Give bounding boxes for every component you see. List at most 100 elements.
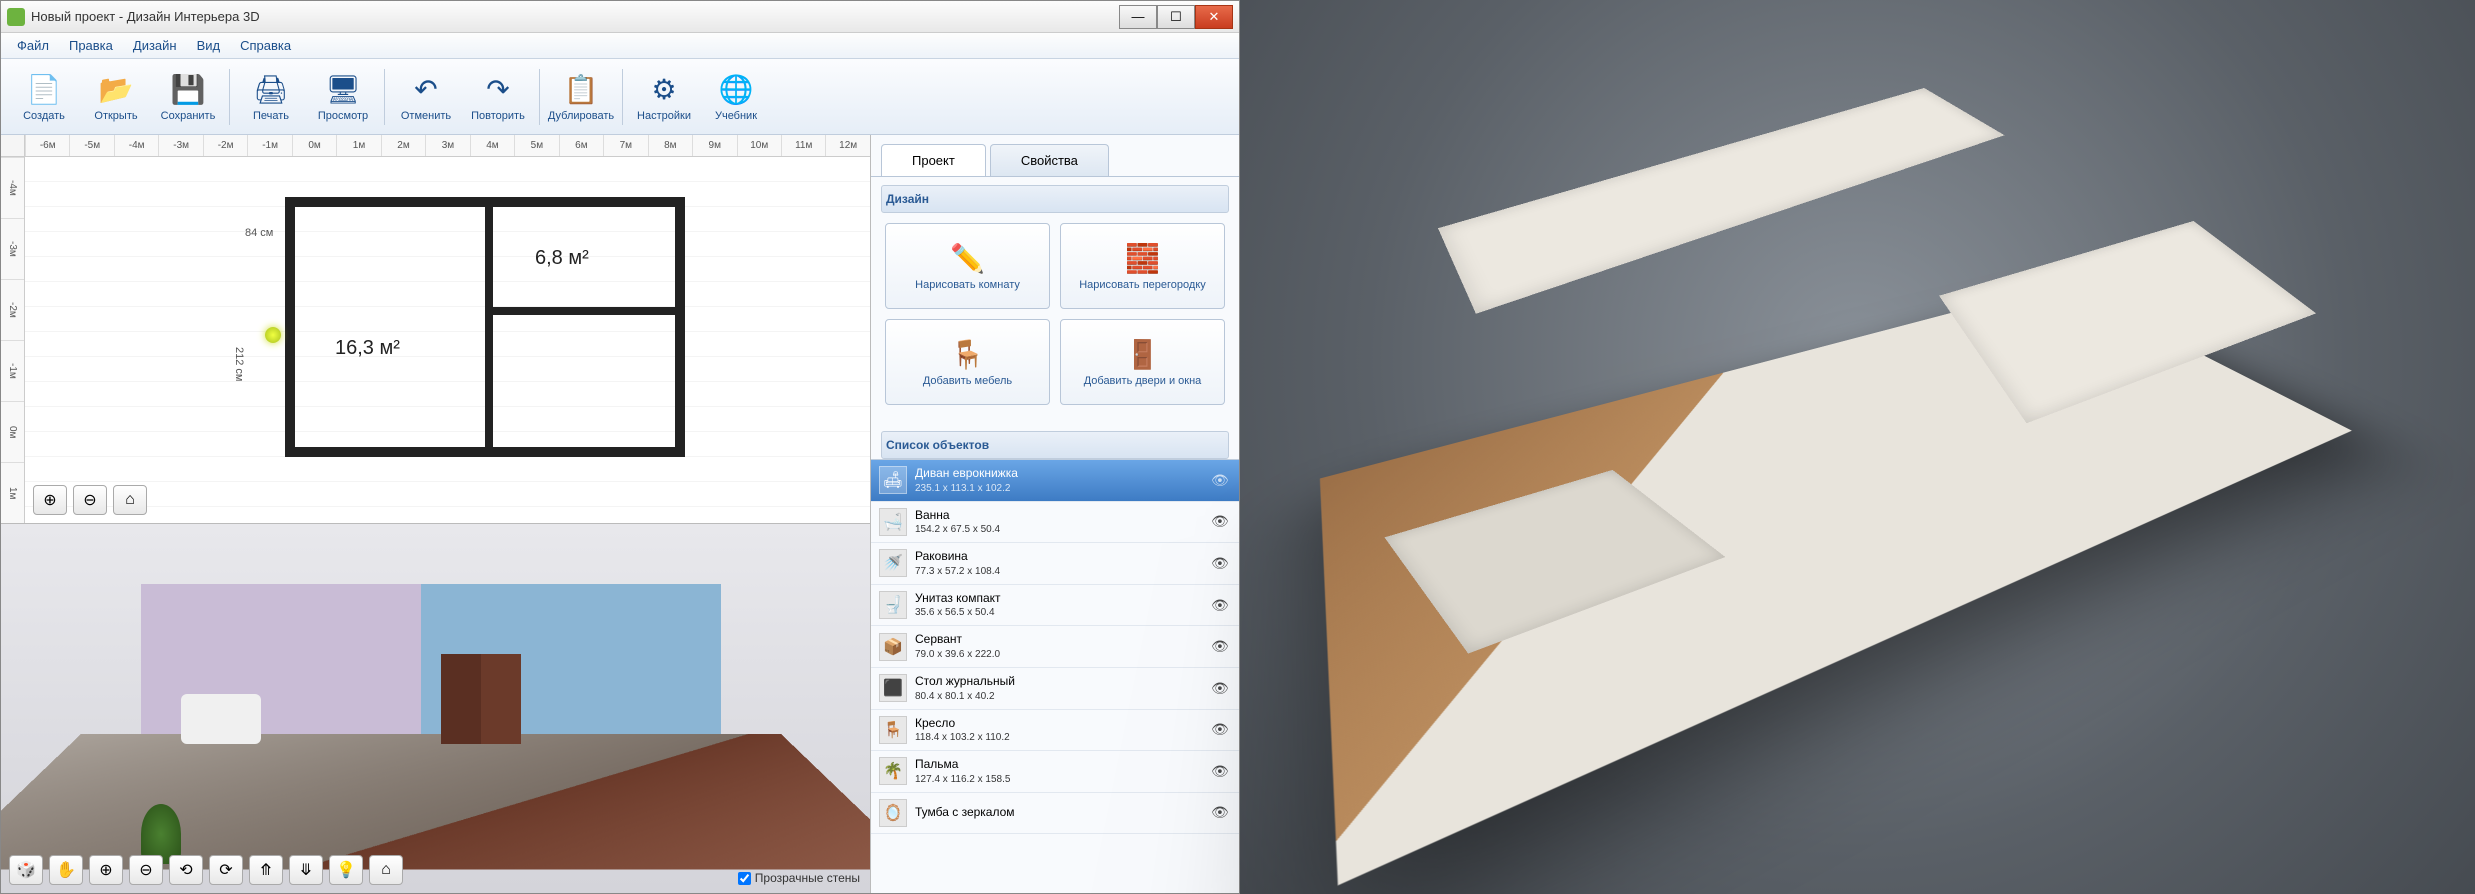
view-3d-tools: 🎲 ✋ ⊕ ⊖ ⟲ ⟳ ⤊ ⤋ 💡 ⌂ (9, 855, 403, 885)
save-button[interactable]: 💾Сохранить (153, 63, 223, 131)
menu-design[interactable]: Дизайн (123, 35, 187, 56)
tilt-down-button[interactable]: ⤋ (289, 855, 323, 885)
menu-help[interactable]: Справка (230, 35, 301, 56)
object-item[interactable]: 🚿 Раковина 77.3 x 57.2 x 108.4 👁 (871, 543, 1239, 585)
rotate-right-button[interactable]: ⟳ (209, 855, 243, 885)
object-item[interactable]: 🪑 Кресло 118.4 x 103.2 x 110.2 👁 (871, 710, 1239, 752)
transparent-walls-input[interactable] (738, 872, 751, 885)
rotate-left-button[interactable]: ⟲ (169, 855, 203, 885)
tab-properties[interactable]: Свойства (990, 144, 1109, 176)
object-item[interactable]: ⬛ Стол журнальный 80.4 x 80.1 x 40.2 👁 (871, 668, 1239, 710)
object-item[interactable]: 🪞 Тумба с зеркалом 👁 (871, 793, 1239, 834)
object-thumb-icon: 🚿 (879, 549, 907, 577)
object-thumb-icon: 🌴 (879, 757, 907, 785)
visibility-icon[interactable]: 👁 (1211, 721, 1231, 738)
draw-partition-button-icon: 🧱 (1125, 242, 1160, 275)
visibility-icon[interactable]: 👁 (1211, 804, 1231, 821)
draw-room-button-icon: ✏️ (950, 242, 985, 275)
dim-2: 212 см (233, 347, 245, 381)
object-thumb-icon: 🚽 (879, 591, 907, 619)
object-thumb-icon: 🪞 (879, 799, 907, 827)
menubar: Файл Правка Дизайн Вид Справка (1, 33, 1239, 59)
object-name: Кресло (915, 716, 1203, 732)
object-item[interactable]: 📦 Сервант 79.0 x 39.6 x 222.0 👁 (871, 626, 1239, 668)
app-icon (7, 8, 25, 26)
zoom-in-button[interactable]: ⊕ (33, 485, 67, 515)
duplicate-button-icon: 📋 (563, 72, 599, 108)
object-thumb-icon: ⬛ (879, 674, 907, 702)
zoom-in-3d-button[interactable]: ⊕ (89, 855, 123, 885)
transparent-walls-checkbox[interactable]: Прозрачные стены (738, 871, 860, 885)
maximize-button[interactable]: ☐ (1157, 5, 1195, 29)
object-name: Сервант (915, 632, 1203, 648)
object-list[interactable]: 🛋 Диван еврокнижка 235.1 x 113.1 x 102.2… (871, 459, 1239, 893)
plan-2d-tools: ⊕ ⊖ ⌂ (33, 485, 147, 515)
menu-file[interactable]: Файл (7, 35, 59, 56)
panel-tabs: Проект Свойства (871, 135, 1239, 177)
tutorial-button[interactable]: 🌐Учебник (701, 63, 771, 131)
zoom-out-3d-button[interactable]: ⊖ (129, 855, 163, 885)
tilt-up-button[interactable]: ⤊ (249, 855, 283, 885)
object-item[interactable]: 🛁 Ванна 154.2 x 67.5 x 50.4 👁 (871, 502, 1239, 544)
menu-view[interactable]: Вид (187, 35, 231, 56)
object-dims: 154.2 x 67.5 x 50.4 (915, 523, 1203, 536)
object-item[interactable]: 🚽 Унитаз компакт 35.6 x 56.5 x 50.4 👁 (871, 585, 1239, 627)
home-3d-button[interactable]: ⌂ (369, 855, 403, 885)
isometric-house-model (1302, 89, 2414, 804)
visibility-icon[interactable]: 👁 (1211, 513, 1231, 530)
visibility-icon[interactable]: 👁 (1211, 763, 1231, 780)
light-button[interactable]: 💡 (329, 855, 363, 885)
preview-button[interactable]: 🖥Просмотр (308, 63, 378, 131)
pan-button[interactable]: ✋ (49, 855, 83, 885)
object-name: Диван еврокнижка (915, 466, 1203, 482)
settings-button[interactable]: ⚙Настройки (629, 63, 699, 131)
visibility-icon[interactable]: 👁 (1211, 472, 1231, 489)
print-button[interactable]: 🖨Печать (236, 63, 306, 131)
marker-dot[interactable] (265, 327, 281, 343)
object-name: Раковина (915, 549, 1203, 565)
object-dims: 79.0 x 39.6 x 222.0 (915, 648, 1203, 661)
side-panel: Проект Свойства Дизайн ✏️Нарисовать комн… (871, 135, 1239, 893)
close-button[interactable]: ✕ (1195, 5, 1233, 29)
object-thumb-icon: 🛁 (879, 508, 907, 536)
tool-3d-icon[interactable]: 🎲 (9, 855, 43, 885)
undo-button[interactable]: ↶Отменить (391, 63, 461, 131)
visibility-icon[interactable]: 👁 (1211, 638, 1231, 655)
duplicate-button[interactable]: 📋Дублировать (546, 63, 616, 131)
preview-button-icon: 🖥 (325, 72, 361, 108)
window-title: Новый проект - Дизайн Интерьера 3D (31, 9, 1119, 24)
visibility-icon[interactable]: 👁 (1211, 597, 1231, 614)
menu-edit[interactable]: Правка (59, 35, 123, 56)
object-dims: 118.4 x 103.2 x 110.2 (915, 731, 1203, 744)
home-button[interactable]: ⌂ (113, 485, 147, 515)
ruler-horizontal: -6м-5м-4м-3м-2м-1м0м1м2м3м4м5м6м7м8м9м10… (25, 135, 870, 157)
render-preview-image (1240, 0, 2475, 894)
workarea: -6м-5м-4м-3м-2м-1м0м1м2м3м4м5м6м7м8м9м10… (1, 135, 1239, 893)
add-doors-button[interactable]: 🚪Добавить двери и окна (1060, 319, 1225, 405)
view-3d-canvas[interactable]: 🎲 ✋ ⊕ ⊖ ⟲ ⟳ ⤊ ⤋ 💡 ⌂ Прозрачные стены (1, 523, 870, 893)
floorplan[interactable]: 16,3 м² 6,8 м² 84 см 212 см (285, 197, 685, 457)
draw-partition-button[interactable]: 🧱Нарисовать перегородку (1060, 223, 1225, 309)
open-button[interactable]: 📂Открыть (81, 63, 151, 131)
save-button-icon: 💾 (170, 72, 206, 108)
object-dims: 35.6 x 56.5 x 50.4 (915, 606, 1203, 619)
zoom-out-button[interactable]: ⊖ (73, 485, 107, 515)
visibility-icon[interactable]: 👁 (1211, 680, 1231, 697)
minimize-button[interactable]: — (1119, 5, 1157, 29)
tutorial-button-icon: 🌐 (718, 72, 754, 108)
object-item[interactable]: 🌴 Пальма 127.4 x 116.2 x 158.5 👁 (871, 751, 1239, 793)
plan-2d-canvas[interactable]: 16,3 м² 6,8 м² 84 см 212 см ⊕ ⊖ ⌂ (25, 157, 870, 523)
visibility-icon[interactable]: 👁 (1211, 555, 1231, 572)
room1-area: 16,3 м² (335, 337, 400, 360)
sofa-3d (181, 694, 261, 744)
new-button[interactable]: 📄Создать (9, 63, 79, 131)
add-furniture-button-icon: 🪑 (950, 338, 985, 371)
tab-project[interactable]: Проект (881, 144, 986, 176)
draw-room-button[interactable]: ✏️Нарисовать комнату (885, 223, 1050, 309)
add-furniture-button[interactable]: 🪑Добавить мебель (885, 319, 1050, 405)
design-section-title: Дизайн (881, 185, 1229, 213)
open-button-icon: 📂 (98, 72, 134, 108)
object-item[interactable]: 🛋 Диван еврокнижка 235.1 x 113.1 x 102.2… (871, 460, 1239, 502)
redo-button[interactable]: ↷Повторить (463, 63, 533, 131)
ruler-corner (1, 135, 25, 157)
